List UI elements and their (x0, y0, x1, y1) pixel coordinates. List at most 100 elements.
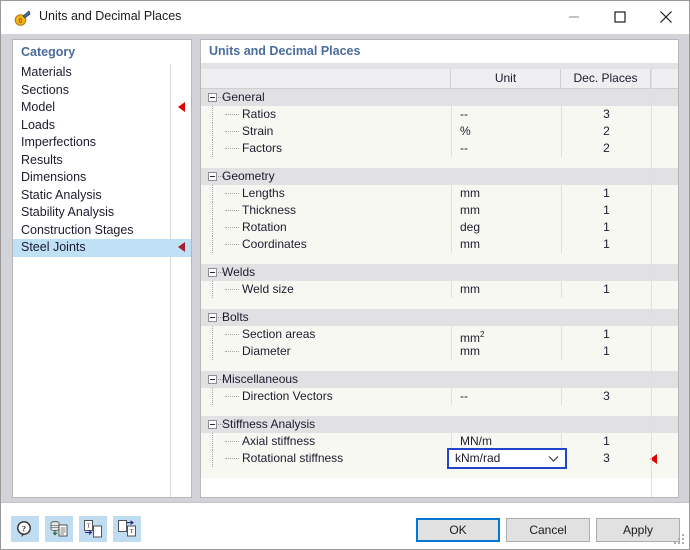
combobox-value: kNm/rad (455, 451, 501, 465)
column-header-decimals[interactable]: Dec. Places (561, 69, 651, 88)
grid-item-row[interactable]: Section areas mm2 1 (201, 326, 678, 345)
row-unit-cell[interactable]: mm (451, 281, 561, 298)
row-decimals-cell[interactable]: 1 (561, 185, 651, 202)
grid-group-row[interactable]: Bolts (201, 309, 678, 326)
tree-elbow (225, 123, 243, 140)
sidebar-item-label: Steel Joints (21, 240, 86, 254)
grid-group-row[interactable]: Welds (201, 264, 678, 281)
help-icon: ? (17, 521, 31, 537)
sidebar-item-stability-analysis[interactable]: Stability Analysis (13, 204, 191, 222)
grid-item-row[interactable]: Weld size mm 1 (201, 281, 678, 298)
row-decimals-cell[interactable]: 1 (561, 326, 651, 343)
row-unit-cell[interactable]: mm (451, 202, 561, 219)
row-decimals-cell[interactable]: 3 (561, 450, 651, 467)
sidebar-item-steel-joints[interactable]: Steel Joints (13, 239, 191, 257)
grid-item-row[interactable]: Coordinates mm 1 (201, 236, 678, 253)
row-decimals-cell[interactable]: 3 (561, 388, 651, 405)
sidebar-item-dimensions[interactable]: Dimensions (13, 169, 191, 187)
grid-group-row[interactable]: Geometry (201, 168, 678, 185)
row-unit-cell[interactable]: -- (451, 106, 561, 123)
row-band (201, 405, 678, 416)
row-unit-cell[interactable]: % (451, 123, 561, 140)
grid-item-row[interactable]: Direction Vectors -- 3 (201, 388, 678, 405)
unit-combobox[interactable]: kNm/rad (447, 448, 567, 469)
set-default-button[interactable]: T (79, 516, 107, 542)
restore-default-button[interactable]: T (113, 516, 141, 542)
grid-group-row[interactable]: Miscellaneous (201, 371, 678, 388)
row-label: Factors (242, 141, 283, 155)
sidebar-item-sections[interactable]: Sections (13, 82, 191, 100)
row-unit-cell[interactable]: mm (451, 343, 561, 360)
grid-spacer-row (201, 253, 678, 264)
grid-item-row[interactable]: Ratios -- 3 (201, 106, 678, 123)
restore-default-icon: T (118, 520, 136, 537)
units-and-decimal-places-dialog: 6 Units and Decimal Places Category Mate… (0, 0, 690, 550)
row-label: Lengths (242, 186, 285, 200)
maximize-button[interactable] (597, 1, 643, 33)
tree-elbow (225, 326, 243, 343)
row-decimals-cell[interactable]: 1 (561, 236, 651, 253)
column-header-name[interactable] (201, 69, 451, 88)
cancel-button[interactable]: Cancel (506, 518, 590, 542)
row-decimals-cell[interactable]: 2 (561, 123, 651, 140)
grid-spacer-row (201, 298, 678, 309)
help-button[interactable]: ? (11, 516, 39, 542)
grid-item-row[interactable]: Rotational stiffnesskNm/rad3kNm/rad (201, 448, 678, 469)
category-list[interactable]: Materials Sections Model Loads Imperfections… (13, 64, 191, 497)
grid-rows: General Ratios -- 3 Strain% 2 Factors -- 2 Geomet… (201, 89, 678, 497)
row-unit-cell[interactable]: mm (451, 236, 561, 253)
pointer-arrow-icon (178, 102, 185, 112)
row-decimals-cell[interactable]: 3 (561, 106, 651, 123)
grid-item-row[interactable]: Strain% 2 (201, 123, 678, 140)
sidebar-item-static-analysis[interactable]: Static Analysis (13, 187, 191, 205)
grid-group-row[interactable]: Stiffness Analysis (201, 416, 678, 433)
group-label: Geometry (222, 169, 275, 183)
tree-elbow (225, 185, 243, 202)
set-default-icon: T (84, 520, 102, 538)
row-decimals-cell[interactable]: 2 (561, 140, 651, 157)
group-label: Stiffness Analysis (222, 417, 316, 431)
row-unit-cell[interactable]: deg (451, 219, 561, 236)
resize-grip[interactable] (674, 534, 686, 546)
tree-elbow (225, 388, 243, 405)
sidebar-item-construction-stages[interactable]: Construction Stages (13, 222, 191, 240)
row-unit-cell[interactable]: mm2 (451, 326, 561, 345)
sidebar-item-loads[interactable]: Loads (13, 117, 191, 135)
chevron-down-icon[interactable] (548, 455, 559, 463)
grid-item-row[interactable]: Axial stiffness MN/m 1 (201, 433, 678, 450)
row-label: Rotation (242, 220, 287, 234)
sidebar-item-model[interactable]: Model (13, 99, 191, 117)
row-decimals-cell[interactable]: 1 (561, 202, 651, 219)
tree-elbow (225, 202, 243, 219)
svg-text:T: T (130, 529, 134, 535)
column-header-unit[interactable]: Unit (451, 69, 561, 88)
row-label: Axial stiffness (242, 434, 316, 448)
row-decimals-cell[interactable]: 1 (561, 433, 651, 450)
sidebar-item-imperfections[interactable]: Imperfections (13, 134, 191, 152)
minimize-button[interactable] (551, 1, 597, 33)
grid-item-row[interactable]: Thickness mm 1 (201, 202, 678, 219)
sidebar-header: Category (13, 40, 191, 64)
import-units-button[interactable] (45, 516, 73, 542)
sidebar-item-label: Materials (21, 65, 72, 79)
row-unit-cell[interactable]: mm (451, 185, 561, 202)
grid-item-row[interactable]: Diameter mm 1 (201, 343, 678, 360)
tree-elbow (225, 450, 243, 467)
sidebar-item-label: Imperfections (21, 135, 97, 149)
row-unit-cell[interactable]: -- (451, 140, 561, 157)
apply-button[interactable]: Apply (596, 518, 680, 542)
row-decimals-cell[interactable]: 1 (561, 343, 651, 360)
grid-item-row[interactable]: Rotation deg 1 (201, 219, 678, 236)
close-button[interactable] (643, 1, 689, 33)
row-label: Thickness (242, 203, 297, 217)
svg-text:6: 6 (19, 18, 23, 25)
ok-button[interactable]: OK (416, 518, 500, 542)
grid-item-row[interactable]: Factors -- 2 (201, 140, 678, 157)
grid-group-row[interactable]: General (201, 89, 678, 106)
sidebar-item-materials[interactable]: Materials (13, 64, 191, 82)
row-unit-cell[interactable]: -- (451, 388, 561, 405)
row-decimals-cell[interactable]: 1 (561, 281, 651, 298)
row-decimals-cell[interactable]: 1 (561, 219, 651, 236)
grid-item-row[interactable]: Lengths mm 1 (201, 185, 678, 202)
sidebar-item-results[interactable]: Results (13, 152, 191, 170)
